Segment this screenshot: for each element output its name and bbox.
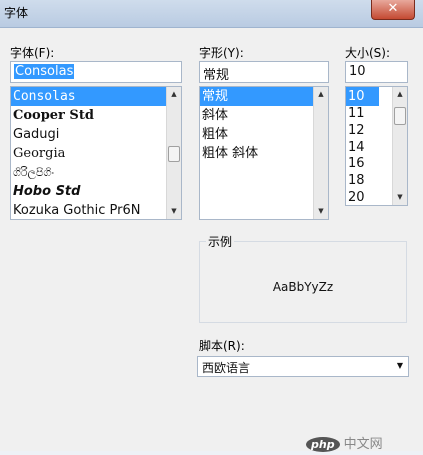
- size-list-scrollbar[interactable]: ▲ ▼: [392, 87, 407, 205]
- font-item-gisha[interactable]: ගිරිලපිගිං: [11, 163, 181, 182]
- preview-sample-text: AaBbYyZz: [272, 280, 334, 294]
- font-item-gadugi[interactable]: Gadugi: [11, 125, 181, 144]
- watermark: php 中文网: [306, 433, 416, 455]
- font-item-georgia[interactable]: Georgia: [11, 144, 181, 163]
- size-item[interactable]: 10: [346, 87, 379, 106]
- style-list[interactable]: 常规 斜体 粗体 粗体 斜体 ▲ ▼: [199, 86, 329, 220]
- size-input[interactable]: 10: [345, 61, 408, 83]
- font-list[interactable]: Consolas Cooper Std Gadugi Georgia ගිරිල…: [10, 86, 182, 220]
- style-input[interactable]: 常规: [199, 61, 329, 83]
- font-label: 字体(F):: [10, 46, 55, 60]
- preview-box: AaBbYyZz: [199, 241, 407, 323]
- watermark-logo: php: [306, 437, 340, 452]
- preview-label: 示例: [206, 233, 235, 250]
- up-arrow-icon[interactable]: ▲: [393, 87, 407, 102]
- style-item-italic[interactable]: 斜体: [200, 106, 328, 125]
- style-item-bold-italic[interactable]: 粗体 斜体: [200, 144, 328, 163]
- font-input-value: Consolas: [14, 64, 75, 79]
- script-label: 脚本(R):: [199, 339, 245, 353]
- up-arrow-icon[interactable]: ▲: [314, 87, 328, 102]
- font-item-hobo-std[interactable]: Hobo Std: [11, 182, 181, 201]
- style-input-value: 常规: [203, 68, 230, 83]
- font-scroll-thumb[interactable]: [168, 146, 180, 162]
- style-label: 字形(Y):: [199, 46, 244, 60]
- watermark-text: 中文网: [343, 437, 383, 452]
- size-scroll-thumb[interactable]: [394, 107, 406, 125]
- down-arrow-icon[interactable]: ▼: [167, 204, 181, 219]
- window-title: 字体: [4, 6, 29, 20]
- down-arrow-icon[interactable]: ▼: [314, 204, 328, 219]
- font-list-scrollbar[interactable]: ▲ ▼: [166, 87, 181, 219]
- down-arrow-icon[interactable]: ▼: [393, 190, 407, 205]
- style-item-bold[interactable]: 粗体: [200, 125, 328, 144]
- script-select-value: 西欧语言: [202, 361, 251, 375]
- font-dialog-body: 字体(F): Consolas Consolas Cooper Std Gadu…: [0, 28, 423, 452]
- font-input[interactable]: Consolas: [10, 61, 182, 83]
- size-label: 大小(S):: [345, 46, 391, 60]
- title-bar: 字体 ✕: [0, 0, 423, 28]
- style-list-scrollbar[interactable]: ▲ ▼: [313, 87, 328, 219]
- chevron-down-icon[interactable]: ▼: [397, 361, 403, 370]
- size-input-value: 10: [349, 64, 366, 79]
- up-arrow-icon[interactable]: ▲: [167, 87, 181, 102]
- size-list[interactable]: 10 11 12 14 16 18 20 ▲ ▼: [345, 86, 408, 206]
- style-item-regular[interactable]: 常规: [200, 87, 328, 106]
- font-item-kozuka-gothic[interactable]: Kozuka Gothic Pr6N: [11, 201, 181, 219]
- font-item-cooper-std[interactable]: Cooper Std: [11, 106, 181, 125]
- font-item-consolas[interactable]: Consolas: [11, 87, 181, 106]
- close-button[interactable]: ✕: [371, 0, 415, 20]
- script-select[interactable]: 西欧语言 ▼: [197, 356, 409, 377]
